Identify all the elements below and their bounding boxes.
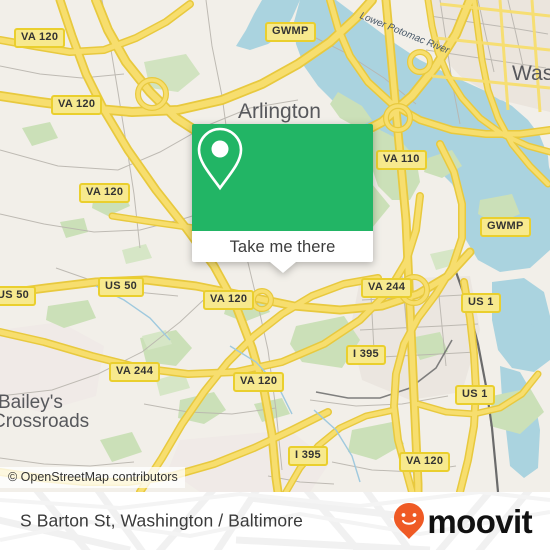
place-label-crossroads: Crossroads: [0, 411, 90, 432]
location-callout[interactable]: Take me there: [192, 124, 373, 273]
moovit-pin-icon: [394, 503, 425, 539]
footer-bar: S Barton St, Washington / Baltimore moov…: [0, 492, 550, 550]
map-attribution[interactable]: © OpenStreetMap contributors: [0, 467, 185, 488]
callout-pointer: [269, 262, 296, 273]
road-shield: VA 120: [233, 372, 285, 392]
callout-action-area[interactable]: Take me there: [192, 231, 373, 273]
road-shield: US 1: [461, 293, 501, 313]
road-shield: I 395: [288, 446, 328, 466]
moovit-wordmark: moovit: [427, 502, 532, 540]
moovit-map-page: Arlington Wash Bailey's Crossroads Lower…: [0, 0, 550, 550]
map-pin-icon: [197, 127, 243, 191]
road-shield: VA 120: [51, 95, 103, 115]
road-shield: VA 120: [79, 183, 131, 203]
road-shield: I 395: [346, 345, 386, 365]
road-shield: US 1: [455, 385, 495, 405]
moovit-logo[interactable]: moovit: [392, 502, 533, 540]
road-shield: US 50: [98, 277, 145, 297]
road-shield: VA 244: [109, 362, 161, 382]
road-shield: US 50: [0, 286, 37, 306]
road-shield: VA 120: [203, 290, 255, 310]
road-shield: GWMP: [265, 22, 316, 42]
map-canvas[interactable]: Arlington Wash Bailey's Crossroads Lower…: [0, 0, 550, 492]
place-label-washington: Wash: [512, 62, 550, 85]
road-shield: VA 120: [399, 452, 451, 472]
place-label-arlington: Arlington: [238, 100, 321, 123]
road-shield: VA 244: [361, 278, 413, 298]
road-shield: GWMP: [480, 217, 531, 237]
take-me-there-label: Take me there: [229, 237, 336, 256]
callout-pin-area: [192, 124, 373, 231]
location-address: S Barton St, Washington / Baltimore: [20, 510, 303, 531]
road-shield: VA 110: [376, 150, 427, 170]
road-shield: VA 120: [14, 28, 66, 48]
